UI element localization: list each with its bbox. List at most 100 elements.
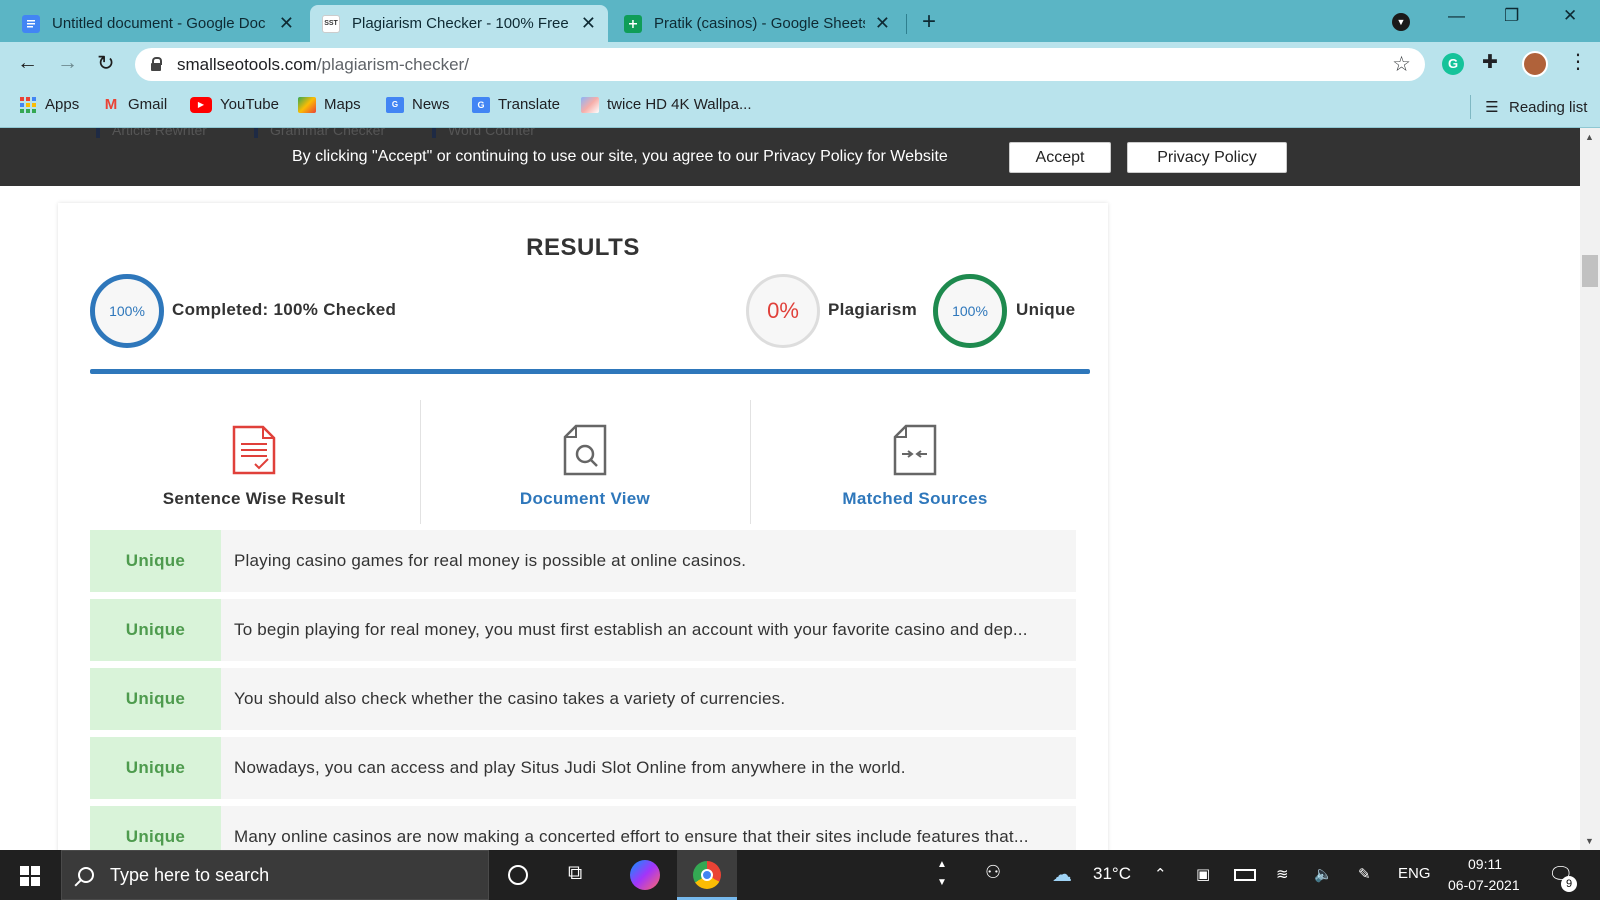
minimize-icon[interactable]: —: [1448, 6, 1465, 26]
windows-start-icon[interactable]: [20, 866, 40, 886]
bookmark-gmail[interactable]: M Gmail: [102, 96, 167, 113]
status-badge: Unique: [90, 668, 221, 730]
bookmark-news[interactable]: G News: [386, 96, 450, 113]
messenger-icon[interactable]: [630, 860, 660, 890]
sentence-text: To begin playing for real money, you mus…: [234, 620, 1028, 639]
cortana-icon[interactable]: [508, 865, 528, 885]
completed-label: Completed: 100% Checked: [172, 300, 397, 319]
extensions-puzzle-icon[interactable]: ✚: [1482, 51, 1504, 73]
sheets-icon: [624, 14, 642, 33]
taskbar-scroll-arrows-icon[interactable]: ▲ ▼: [937, 856, 947, 892]
docs-icon: [22, 14, 40, 33]
nav-article-rewriter[interactable]: Article Rewriter: [96, 128, 207, 138]
news-icon: G: [386, 96, 404, 113]
privacy-policy-button[interactable]: Privacy Policy: [1127, 142, 1287, 173]
nav-grammar-checker[interactable]: Grammar Checker: [254, 128, 385, 138]
close-tab-icon[interactable]: ✕: [279, 13, 294, 34]
table-row[interactable]: Unique Nowadays, you can access and play…: [90, 737, 1076, 799]
bookmark-translate[interactable]: G Translate: [472, 96, 560, 113]
lock-icon[interactable]: [151, 57, 162, 71]
tab-document-view[interactable]: Document View: [421, 400, 749, 524]
tab-google-sheets[interactable]: Pratik (casinos) - Google Sheets ✕: [612, 5, 902, 42]
results-title: RESULTS: [526, 234, 640, 261]
completed-ring: 100%: [90, 274, 164, 348]
status-badge: Unique: [90, 737, 221, 799]
bookmark-maps[interactable]: Maps: [298, 96, 361, 113]
results-card: RESULTS 100% Completed: 100% Checked 0% …: [58, 203, 1108, 850]
wifi-icon[interactable]: ≋: [1276, 865, 1289, 883]
close-tab-icon[interactable]: ✕: [875, 13, 890, 34]
translate-icon: G: [472, 96, 490, 113]
clock-time[interactable]: 09:11: [1468, 856, 1502, 872]
gmail-icon: M: [104, 96, 118, 113]
taskbar-chrome-slot[interactable]: [677, 850, 737, 900]
pen-icon[interactable]: ✎: [1358, 865, 1371, 883]
browser-toolbar: ← → ↻ smallseotools.com/plagiarism-check…: [0, 42, 1600, 86]
table-row[interactable]: Unique Many online casinos are now makin…: [90, 806, 1076, 850]
bookmark-twice-wallpaper[interactable]: twice HD 4K Wallpa...: [581, 96, 752, 113]
cookie-message: By clicking "Accept" or continuing to us…: [292, 148, 948, 165]
reading-list-icon: ☰: [1485, 99, 1499, 116]
tab-matched-sources[interactable]: Matched Sources: [751, 400, 1079, 524]
volume-icon[interactable]: 🔈: [1314, 865, 1333, 883]
bookmark-youtube[interactable]: ▶ YouTube: [190, 96, 279, 113]
table-row[interactable]: Unique To begin playing for real money, …: [90, 599, 1076, 661]
menu-kebab-icon[interactable]: ⋮: [1568, 49, 1590, 73]
close-window-icon[interactable]: ✕: [1563, 6, 1577, 26]
search-icon: [78, 867, 94, 883]
youtube-icon: ▶: [190, 96, 212, 113]
sentence-report-icon: [232, 425, 276, 475]
tab-title: Untitled document - Google Doc: [52, 15, 266, 32]
people-icon[interactable]: ⚇: [985, 862, 1001, 883]
scroll-up-arrow-icon[interactable]: ▲: [1585, 132, 1594, 142]
status-badge: Unique: [90, 599, 221, 661]
tab-search-icon[interactable]: ▼: [1392, 13, 1410, 31]
close-tab-icon[interactable]: ✕: [581, 13, 596, 34]
tab-sentence-wise-result[interactable]: Sentence Wise Result: [90, 400, 418, 524]
chrome-icon: [693, 861, 721, 889]
sentence-text: You should also check whether the casino…: [234, 689, 786, 708]
tab-strip: Untitled document - Google Doc ✕ SST Pla…: [0, 0, 1600, 42]
reading-list-button[interactable]: ☰ Reading list: [1470, 95, 1587, 119]
meet-now-icon[interactable]: ▣: [1196, 865, 1210, 883]
nav-word-counter[interactable]: Word Counter: [432, 128, 535, 138]
chevron-up-icon[interactable]: ⌃: [1154, 865, 1167, 883]
wallpaper-icon: [581, 96, 599, 113]
forward-arrow-icon[interactable]: →: [57, 51, 78, 75]
table-row[interactable]: Unique You should also check whether the…: [90, 668, 1076, 730]
language-indicator[interactable]: ENG: [1398, 865, 1431, 882]
new-tab-button[interactable]: +: [922, 8, 936, 36]
unique-ring: 100%: [933, 274, 1007, 348]
table-row[interactable]: Unique Playing casino games for real mon…: [90, 530, 1076, 592]
back-arrow-icon[interactable]: ←: [17, 51, 38, 75]
search-placeholder: Type here to search: [110, 864, 270, 885]
scroll-down-arrow-icon[interactable]: ▼: [1585, 836, 1594, 846]
tab-title: Pratik (casinos) - Google Sheets: [654, 15, 865, 32]
tab-google-docs[interactable]: Untitled document - Google Doc ✕: [10, 5, 306, 42]
taskbar-search-box[interactable]: Type here to search: [61, 850, 489, 900]
profile-avatar[interactable]: [1522, 51, 1548, 77]
accept-button[interactable]: Accept: [1009, 142, 1111, 173]
scrollbar-thumb[interactable]: [1582, 255, 1598, 287]
page-scrollbar[interactable]: ▲ ▼: [1580, 128, 1600, 850]
windows-taskbar: Type here to search ⧉ ▲ ▼ ⚇ ☁ 31°C ⌃ ▣ ≋ …: [0, 850, 1600, 900]
clock-date[interactable]: 06-07-2021: [1448, 877, 1520, 893]
address-bar[interactable]: smallseotools.com/plagiarism-checker/ ☆: [135, 48, 1425, 81]
tab-plagiarism-checker[interactable]: SST Plagiarism Checker - 100% Free C ✕: [310, 5, 608, 42]
status-badge: Unique: [90, 806, 221, 850]
apps-grid-icon: [19, 96, 37, 113]
bookmark-star-icon[interactable]: ☆: [1392, 52, 1411, 77]
grammarly-extension-icon[interactable]: G: [1442, 53, 1464, 75]
plagiarism-label: Plagiarism: [828, 300, 917, 319]
restore-icon[interactable]: ❐: [1504, 6, 1519, 26]
bookmark-apps[interactable]: Apps: [19, 96, 79, 113]
url-text[interactable]: smallseotools.com/plagiarism-checker/: [177, 55, 469, 75]
sentence-text: Nowadays, you can access and play Situs …: [234, 758, 906, 777]
tab-label: Sentence Wise Result: [162, 489, 346, 508]
notification-count-badge: 9: [1561, 876, 1577, 892]
reload-icon[interactable]: ↻: [97, 51, 115, 76]
battery-icon[interactable]: [1234, 869, 1256, 881]
weather-cloud-icon[interactable]: ☁: [1052, 862, 1072, 887]
task-view-icon[interactable]: ⧉: [568, 862, 582, 885]
temperature[interactable]: 31°C: [1093, 864, 1131, 884]
